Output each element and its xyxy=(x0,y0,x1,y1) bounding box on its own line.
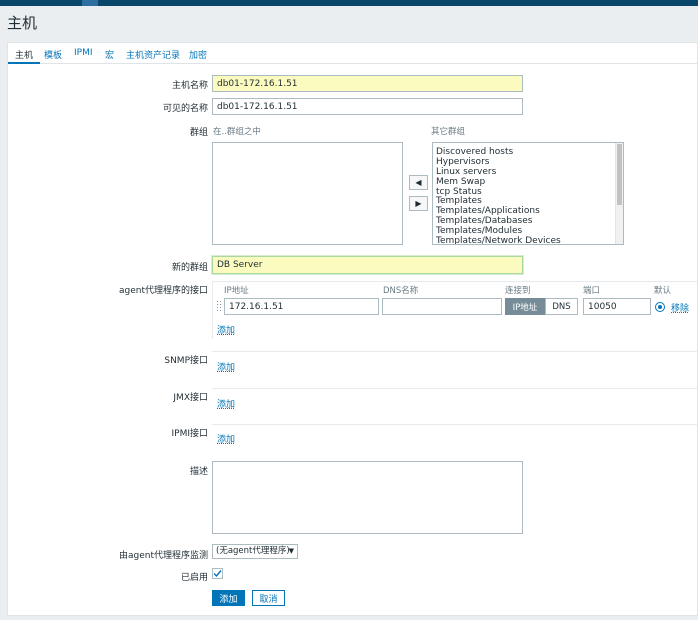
caret-down-icon: ▼ xyxy=(288,547,294,555)
page-title: 主机 xyxy=(7,14,38,32)
host-name-label: 主机名称 xyxy=(171,81,208,91)
list-item[interactable]: Templates/Network Devices xyxy=(433,236,623,244)
description-textarea[interactable] xyxy=(212,461,523,534)
list-item[interactable]: Templates/Applications xyxy=(433,206,623,216)
add-snmp-interface-link[interactable]: 添加 xyxy=(217,360,235,373)
dns-column-header: DNS名称 xyxy=(383,286,419,296)
connect-dns-toggle[interactable]: DNS xyxy=(545,298,578,315)
default-column-header: 默认 xyxy=(654,286,672,296)
listbox-scrollbar[interactable] xyxy=(615,143,623,244)
tab-macros[interactable]: 宏 xyxy=(105,48,114,61)
agent-ip-input[interactable] xyxy=(224,298,379,315)
tab-encryption[interactable]: 加密 xyxy=(189,48,207,61)
ip-column-header: IP地址 xyxy=(224,286,249,296)
ipmi-interface-label: IPMI接口 xyxy=(171,429,208,439)
list-item[interactable]: tcp Status xyxy=(433,187,623,197)
connect-to-column-header: 连接到 xyxy=(505,286,531,296)
connect-ip-toggle[interactable]: IP地址 xyxy=(505,298,545,315)
checkmark-icon xyxy=(213,570,222,578)
monitored-by-value: (无agent代理程序) xyxy=(216,546,290,556)
header-accent xyxy=(82,0,98,6)
list-item[interactable]: Templates/Modules xyxy=(433,226,623,236)
tab-ipmi[interactable]: IPMI xyxy=(74,48,93,58)
list-item[interactable]: Discovered hosts xyxy=(433,147,623,157)
tab-host[interactable]: 主机 xyxy=(15,48,33,61)
in-groups-header: 在..群组之中 xyxy=(213,127,261,137)
list-item[interactable]: Templates/Databases xyxy=(433,216,623,226)
add-jmx-interface-link[interactable]: 添加 xyxy=(217,397,235,410)
add-agent-interface-link[interactable]: 添加 xyxy=(217,323,235,336)
description-label: 描述 xyxy=(189,467,208,477)
groups-label: 群组 xyxy=(189,128,208,138)
enabled-label: 已启用 xyxy=(180,573,208,583)
agent-interface-label: agent代理程序的接口 xyxy=(119,286,208,296)
move-to-in-groups-button[interactable]: ◀ xyxy=(409,175,428,190)
snmp-interface-label: SNMP接口 xyxy=(164,356,208,366)
tab-inventory[interactable]: 主机资产记录 xyxy=(126,48,180,61)
list-item[interactable]: Linux servers xyxy=(433,167,623,177)
remove-interface-link[interactable]: 移除 xyxy=(671,301,689,314)
drag-handle-icon[interactable] xyxy=(217,301,223,313)
top-header-bar xyxy=(0,0,698,6)
list-item[interactable]: Templates xyxy=(433,196,623,207)
monitored-by-label: 由agent代理程序监测 xyxy=(119,551,208,561)
triangle-right-icon: ▶ xyxy=(415,199,422,208)
visible-name-input[interactable] xyxy=(212,98,523,115)
tab-templates[interactable]: 模板 xyxy=(44,48,62,61)
list-item[interactable]: Mem Swap xyxy=(433,177,623,187)
enabled-checkbox[interactable] xyxy=(212,568,223,579)
ipmi-interface-section xyxy=(212,424,698,444)
other-groups-header: 其它群组 xyxy=(431,127,466,137)
port-column-header: 端口 xyxy=(583,286,601,296)
other-groups-listbox[interactable]: Discovered hosts Hypervisors Linux serve… xyxy=(432,142,624,245)
agent-port-input[interactable] xyxy=(583,298,651,315)
move-to-other-groups-button[interactable]: ▶ xyxy=(409,196,428,211)
host-form-panel: 主机 模板 IPMI 宏 主机资产记录 加密 主机名称 可见的名称 群组 在..… xyxy=(7,42,698,616)
default-interface-radio[interactable] xyxy=(655,302,665,312)
snmp-interface-section xyxy=(212,351,698,371)
cancel-button[interactable]: 取消 xyxy=(252,590,285,606)
agent-dns-input[interactable] xyxy=(382,298,502,315)
active-tab-indicator xyxy=(8,62,40,64)
new-group-input[interactable] xyxy=(212,256,523,274)
tab-bar: 主机 模板 IPMI 宏 主机资产记录 加密 xyxy=(8,43,697,64)
monitored-by-select[interactable]: (无agent代理程序) ▼ xyxy=(212,544,298,559)
add-button[interactable]: 添加 xyxy=(212,590,245,606)
add-ipmi-interface-link[interactable]: 添加 xyxy=(217,432,235,445)
jmx-interface-section xyxy=(212,388,698,408)
in-groups-listbox[interactable] xyxy=(212,142,403,245)
jmx-interface-label: JMX接口 xyxy=(173,393,208,403)
triangle-left-icon: ◀ xyxy=(415,178,422,187)
visible-name-label: 可见的名称 xyxy=(162,104,208,114)
host-name-input[interactable] xyxy=(212,75,523,92)
list-item[interactable]: Hypervisors xyxy=(433,157,623,167)
scrollbar-thumb[interactable] xyxy=(617,144,622,205)
new-group-label: 新的群组 xyxy=(171,263,208,273)
